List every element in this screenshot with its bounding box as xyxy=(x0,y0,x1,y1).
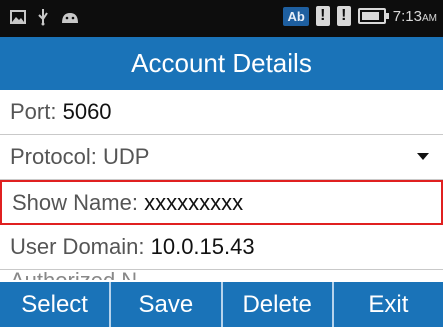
show-name-value: xxxxxxxxx xyxy=(144,189,244,215)
user-domain-label: User Domain: xyxy=(10,234,145,259)
protocol-value: UDP xyxy=(102,144,150,169)
status-clock: 7:13AM xyxy=(392,7,437,25)
port-value: 5060 xyxy=(62,99,112,124)
status-left-icons xyxy=(10,8,80,26)
exit-button[interactable]: Exit xyxy=(334,282,443,327)
show-name-label: Show Name: xyxy=(12,189,138,215)
authorized-name-field-partial[interactable]: Authorized N xyxy=(10,268,137,280)
protocol-select[interactable]: Protocol: UDP xyxy=(0,135,443,180)
android-icon xyxy=(62,13,78,23)
warning-icon: ! xyxy=(336,6,351,26)
battery-icon xyxy=(357,8,389,24)
delete-button[interactable]: Delete xyxy=(223,282,334,327)
status-right-icons: Ab ! ! 7:13AM xyxy=(283,6,437,26)
dropdown-arrow-icon xyxy=(417,153,429,160)
usb-icon xyxy=(38,9,48,26)
save-button[interactable]: Save xyxy=(111,282,223,327)
select-button[interactable]: Select xyxy=(0,282,112,327)
warning-icon: ! xyxy=(315,6,330,26)
port-label: Port: xyxy=(10,99,57,124)
status-bar: Ab ! ! 7:13AM xyxy=(0,0,443,37)
image-icon xyxy=(10,10,26,24)
user-domain-value: 10.0.15.43 xyxy=(150,234,255,259)
port-field[interactable]: Port: 5060 xyxy=(0,90,443,135)
user-domain-field[interactable]: User Domain: 10.0.15.43 xyxy=(0,225,443,270)
page-title: Account Details xyxy=(0,37,443,90)
show-name-field[interactable]: Show Name: xxxxxxxxx xyxy=(0,180,443,225)
input-method-badge: Ab xyxy=(283,6,309,26)
softkey-bar: Select Save Delete Exit xyxy=(0,282,443,327)
protocol-label: Protocol: xyxy=(10,144,97,169)
